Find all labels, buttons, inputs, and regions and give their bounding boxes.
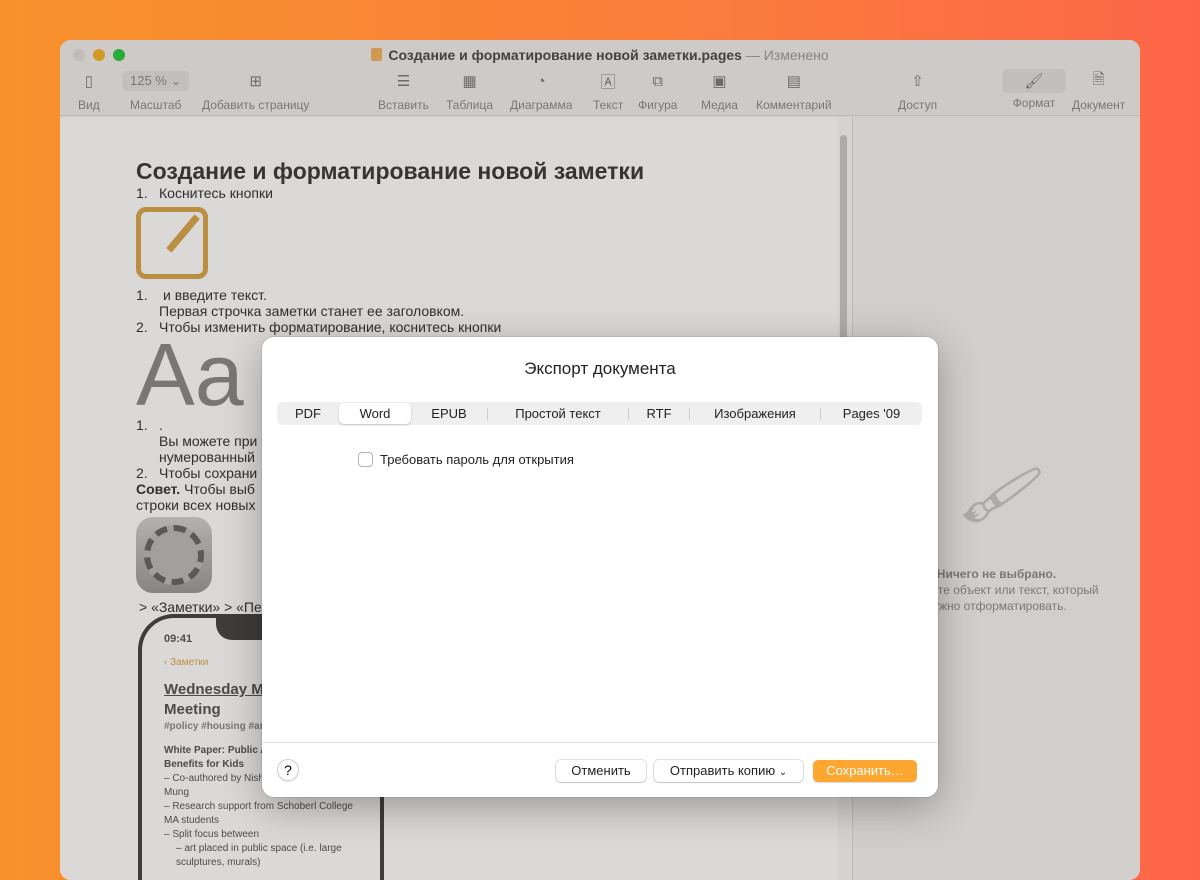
list-text: Коснитесь кнопки (159, 185, 273, 201)
shape-icon: ⧉ (652, 72, 664, 90)
zoom-menu[interactable]: 125 % ⌄ Масштаб (122, 70, 190, 112)
add-page-button[interactable]: ⊞ Добавить страницу (202, 70, 309, 112)
tip-label: Совет. (136, 481, 181, 497)
document-icon (371, 48, 383, 61)
list-number: 1. (136, 287, 148, 303)
label: Документ (1072, 98, 1126, 112)
settings-app-icon (136, 517, 212, 593)
tab-pdf[interactable]: PDF (277, 403, 339, 424)
media-button[interactable]: ▣ Медиа (701, 70, 738, 112)
table-button[interactable]: ▦ Таблица (446, 70, 493, 112)
view-button[interactable]: ▯ Вид (78, 70, 100, 112)
plus-square-icon: ⊞ (249, 73, 262, 90)
export-format-tabs: PDF Word EPUB Простой текст RTF Изображе… (277, 402, 922, 425)
require-password-checkbox[interactable]: Требовать пароль для открытия (358, 452, 574, 467)
tab-epub[interactable]: EPUB (411, 403, 487, 424)
chart-icon: ◔ (536, 72, 546, 90)
label: Масштаб (130, 98, 182, 112)
paintbrush-icon: 🖌 (1002, 69, 1066, 93)
list-number: 2. (136, 465, 148, 481)
phone-text: – Research support from Schoberl College (164, 801, 353, 812)
label: Отправить копию (669, 763, 776, 778)
table-icon: ▦ (462, 73, 477, 90)
tip-text: Чтобы выб (180, 481, 255, 497)
label: Вставить (378, 98, 429, 112)
label: Формат (1012, 96, 1056, 110)
vertical-scrollbar[interactable] (840, 135, 847, 355)
phone-text: sculptures, murals) (176, 857, 261, 868)
chevron-down-icon: ⌄ (170, 73, 182, 88)
label: Добавить страницу (202, 98, 310, 112)
paintbrush-icon: 🖌 (955, 451, 1048, 537)
title-text: Создание и форматирование новой заметки.… (388, 47, 742, 63)
list-text: Чтобы сохрани (159, 465, 258, 481)
toolbar: Создание и форматирование новой заметки.… (60, 40, 1140, 116)
dialog-title: Экспорт документа (524, 359, 676, 378)
document-icon: 🗎 (1092, 70, 1105, 88)
export-dialog: Экспорт документа PDF Word EPUB Простой … (262, 337, 938, 797)
list-text: . (159, 417, 163, 433)
cancel-button[interactable]: Отменить (556, 760, 646, 782)
tab-pages-09[interactable]: Pages '09 (821, 403, 922, 424)
insert-button[interactable]: ☰ Вставить (378, 70, 429, 112)
document-heading: Создание и форматирование новой заметки (136, 158, 645, 184)
checkbox-label: Требовать пароль для открытия (380, 452, 574, 467)
label: Вид (78, 98, 100, 112)
tab-images[interactable]: Изображения (690, 403, 820, 424)
format-button[interactable]: 🖌 Формат (1002, 69, 1066, 110)
tab-word[interactable]: Word (339, 403, 411, 424)
share-button[interactable]: ⇧ Доступ (898, 70, 937, 112)
list-text: и введите текст. (163, 287, 267, 303)
label: Таблица (446, 98, 494, 112)
window-title: Создание и форматирование новой заметки.… (60, 47, 1140, 63)
chart-button[interactable]: ◔ Диаграмма (510, 70, 573, 113)
phone-text: – art placed in public space (i.e. large (176, 843, 342, 854)
phone-back: Заметки (170, 657, 209, 668)
comment-button[interactable]: ▤ Комментарий (756, 70, 832, 112)
compose-icon (136, 207, 208, 279)
label: Доступ (898, 98, 938, 112)
checkbox-box[interactable] (358, 452, 373, 467)
tab-rtf[interactable]: RTF (629, 403, 689, 424)
shape-button[interactable]: ⧉ Фигура (638, 70, 678, 113)
share-icon: ⇧ (911, 73, 924, 90)
label: Диаграмма (510, 98, 573, 112)
insert-icon: ☰ (396, 73, 411, 90)
sidebar-icon: ▯ (84, 73, 93, 90)
list-text: Первая строчка заметки станет ее заголов… (159, 303, 465, 319)
label: Комментарий (756, 98, 832, 112)
list-number: 1. (136, 417, 148, 433)
label: Фигура (638, 98, 678, 112)
label: Медиа (701, 98, 738, 112)
phone-text: – Split focus between (164, 829, 260, 840)
document-button[interactable]: 🗎 Документ (1072, 70, 1126, 113)
comment-icon: ▤ (786, 73, 801, 90)
phone-text: MA students (164, 815, 220, 826)
modified-status: — Изменено (745, 47, 829, 63)
help-button[interactable]: ? (277, 759, 299, 781)
textbox-icon: 🄰 (600, 73, 616, 91)
send-copy-button[interactable]: Отправить копию ⌄ (654, 760, 803, 782)
chevron-down-icon: ⌄ (778, 767, 788, 778)
save-button[interactable]: Сохранить… (813, 760, 917, 782)
list-number: 1. (136, 185, 148, 201)
label: Текст (593, 98, 624, 112)
tab-plain-text[interactable]: Простой текст (488, 403, 628, 424)
zoom-value: 125 % (130, 73, 167, 88)
image-icon: ▣ (712, 73, 727, 90)
dialog-footer: ? Отменить Отправить копию ⌄ Сохранить… (262, 742, 938, 797)
text-button[interactable]: 🄰 Текст (593, 70, 624, 113)
